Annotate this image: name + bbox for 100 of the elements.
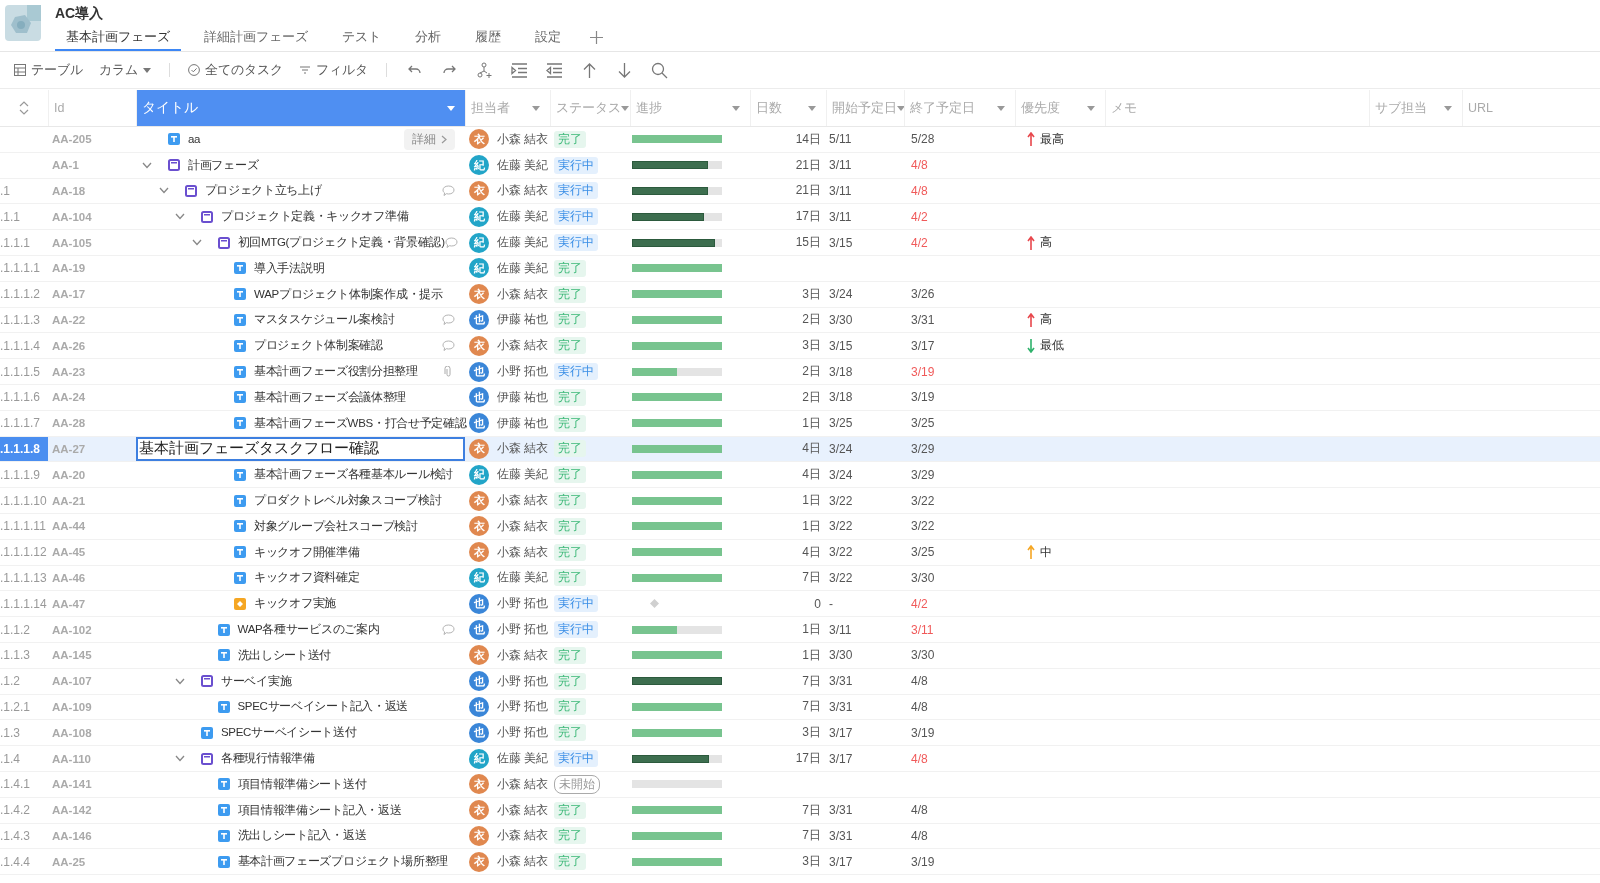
caret-icon[interactable] [897, 105, 905, 111]
view-button[interactable]: テーブル [8, 57, 89, 83]
tab[interactable]: テスト [331, 23, 392, 51]
filter-button[interactable]: フィルタ [293, 57, 374, 83]
task-row[interactable]: .1.1.1.4 AA-26 プロジェクト体制案確認 衣 小森 結衣 完了 3日 3/15 3/17 最低 [0, 333, 1600, 360]
avatar: 衣 [469, 542, 489, 563]
task-row[interactable]: .1.1.1.12 AA-45 キックオフ開催準備 衣 小森 結衣 完了 4日 3/22 3/25 中 [0, 539, 1600, 566]
add-icon[interactable] [590, 30, 603, 44]
caret-icon[interactable] [621, 105, 629, 111]
chevron-icon[interactable] [175, 213, 185, 221]
task-row[interactable]: .1.1.1.14 AA-47 キックオフ実施 也 小野 拓也 実行中 0 - 4/2 [0, 591, 1600, 618]
task-title: サーベイ実施 [221, 673, 292, 689]
end-date: 4/8 [911, 158, 928, 173]
caret-icon[interactable] [1087, 105, 1095, 111]
status-tag: 完了 [554, 827, 586, 845]
avatar: 紀 [469, 748, 489, 769]
tab[interactable]: 基本計画フェーズ [55, 23, 181, 51]
task-id: AA-109 [52, 700, 92, 713]
wbs-number: .1.4.1 [0, 777, 31, 792]
caret-icon[interactable] [532, 105, 540, 111]
task-row[interactable]: .1.1.1.13 AA-46 キックオフ資料確定 紀 佐藤 美紀 完了 7日 3/22 3/30 [0, 565, 1600, 592]
task-row[interactable]: .1.3 AA-108 SPECサーベイシート送付 也 小野 拓也 完了 3日 3/17 3/19 [0, 720, 1600, 747]
end-date: 4/8 [911, 699, 928, 714]
task-row[interactable]: .1 AA-18 プロジェクト立ち上げ 衣 小森 結衣 実行中 21日 3/11 4/8 [0, 178, 1600, 205]
task-row[interactable]: .1.1.2 AA-102 WAP各種サービスのご案内 也 小野 拓也 実行中 1日 3/11 3/11 [0, 617, 1600, 643]
chevron-icon[interactable] [191, 239, 202, 247]
tab[interactable]: 設定 [524, 23, 572, 51]
comment-icon[interactable] [442, 185, 455, 197]
task-id: AA-24 [52, 391, 86, 404]
task-row[interactable]: .1.1.1.10 AA-21 プロダクトレベル対象スコープ検討 衣 小森 結衣 完了 1日 3/22 3/22 [0, 488, 1600, 514]
start-date: 3/25 [829, 416, 853, 431]
task-row[interactable]: .1.1.1.11 AA-44 対象グループ会社スコープ検討 衣 小森 結衣 完了 1日 3/22 3/22 [0, 513, 1600, 540]
task-row[interactable]: .1.2 AA-107 サーベイ実施 也 小野 拓也 完了 7日 3/31 4/8 [0, 668, 1600, 695]
assignee-name: 佐藤 美紀 [497, 750, 549, 767]
all-tasks-button[interactable]: 全てのタスク [182, 57, 289, 83]
caret-icon[interactable] [808, 105, 816, 111]
task-row[interactable]: .1.1.1.2 AA-17 WAPプロジェクト体制案作成・提示 衣 小森 結衣 完了 3日 3/24 3/26 [0, 281, 1600, 308]
task-row[interactable]: AA-205 aa 詳細 衣 小森 結衣 完了 14日 5/11 5/28 最高 [0, 127, 1600, 153]
check-circle-icon [188, 64, 200, 76]
columns-button[interactable]: カラム [93, 57, 157, 83]
title-input[interactable]: 基本計画フェーズタスクフロー確認 [136, 436, 465, 462]
sort-icon[interactable] [19, 101, 29, 115]
chevron-icon[interactable] [175, 755, 185, 762]
task-row[interactable]: .1.1.1.1 AA-19 導入手法説明 紀 佐藤 美紀 完了 [0, 256, 1600, 282]
caret-icon[interactable] [732, 105, 740, 111]
task-row[interactable]: .1.2.1 AA-109 SPECサーベイシート記入・返送 也 小野 拓也 完了 7日 3/31 4/8 [0, 694, 1600, 721]
comment-icon[interactable] [442, 313, 455, 326]
comment-icon[interactable] [444, 236, 458, 249]
task-row[interactable]: .1.1.1.6 AA-24 基本計画フェーズ会議体整理 也 伊藤 祐也 完了 2日 3/18 3/19 [0, 384, 1600, 411]
caret-icon[interactable] [447, 105, 455, 111]
duration-days: 7日 [802, 672, 821, 690]
duration-days: 7日 [802, 827, 821, 845]
end-date: 3/25 [911, 416, 935, 431]
tab[interactable]: 詳細計画フェーズ [193, 23, 319, 51]
tab[interactable]: 履歴 [464, 23, 512, 51]
start-date: 3/31 [829, 803, 853, 818]
wbs-number: .1.1.2 [0, 622, 31, 637]
task-row[interactable]: .1.4.2 AA-142 項目情報準備シート記入・返送 衣 小森 結衣 完了 7日 3/31 4/8 [0, 797, 1600, 824]
priority-label: 高 [1040, 235, 1052, 251]
task-row[interactable]: .1.1 AA-104 プロジェクト定義・キックオフ準備 紀 佐藤 美紀 実行中 17日 3/11 4/2 [0, 204, 1600, 231]
task-row[interactable]: .1.1.1.5 AA-23 基本計画フェーズ役割分担整理 也 小野 拓也 実行中 2日 3/18 3/19 [0, 359, 1600, 385]
task-row[interactable]: .1.1.1.3 AA-22 マスタスケジュール案検討 也 伊藤 祐也 完了 2日 3/30 3/31 高 [0, 307, 1600, 334]
task-row[interactable]: .1.1.1.7 AA-28 基本計画フェーズWBS・打合せ予定確認 也 伊藤 祐也 完了 1日 3/25 3/25 [0, 410, 1600, 437]
end-date: 4/8 [911, 184, 928, 198]
avatar: 也 [469, 696, 489, 717]
comment-icon[interactable] [442, 339, 455, 352]
avatar: 衣 [469, 774, 489, 795]
wbs-number: .1.1.1.9 [0, 467, 41, 482]
task-row[interactable]: .1.4.3 AA-146 洗出しシート記入・返送 衣 小森 結衣 完了 7日 3/31 4/8 [0, 823, 1600, 850]
start-date: 3/30 [829, 648, 853, 663]
chevron-icon[interactable] [158, 187, 169, 195]
task-row[interactable]: .1.4.4 AA-25 基本計画フェーズプロジェクト場所整理 衣 小森 結衣 完了 3日 3/17 3/19 [0, 849, 1600, 876]
task-title: 計画フェーズ [188, 157, 259, 173]
caret-icon[interactable] [1444, 105, 1452, 111]
task-row[interactable]: .1.1.3 AA-145 洗出しシート送付 衣 小森 結衣 完了 1日 3/30 3/30 [0, 642, 1600, 669]
task-icon [234, 520, 246, 533]
folder-icon [201, 210, 213, 223]
task-row[interactable]: .1.1.1 AA-105 初回MTG(プロジェクト定義・背景確認) 紀 佐藤 美紀 実行中 15日 3/15 4/2 高 [0, 230, 1600, 256]
chevron-icon[interactable] [175, 677, 185, 685]
task-row[interactable]: .1.4 AA-110 各種現行情報準備 紀 佐藤 美紀 実行中 17日 3/17 4/8 [0, 746, 1600, 772]
task-row[interactable]: .1.1.1.8 AA-27 基本計画フェーズタスクフロー確認 衣 小森 結衣 完了 4日 3/24 3/29 [0, 436, 1600, 463]
task-row[interactable]: .1.1.1.9 AA-20 基本計画フェーズ各種基本ルール検討 紀 佐藤 美紀 完了 4日 3/24 3/29 [0, 462, 1600, 489]
avatar: 衣 [469, 516, 489, 537]
end-date: 4/8 [911, 751, 928, 766]
assignee-name: 佐藤 美紀 [497, 569, 549, 587]
avatar: 也 [469, 593, 489, 614]
avatar: 衣 [469, 129, 489, 150]
duration-days: 7日 [802, 801, 821, 819]
assignee-name: 佐藤 美紀 [497, 208, 549, 226]
tab[interactable]: 分析 [404, 23, 452, 51]
task-row[interactable]: AA-1 計画フェーズ 紀 佐藤 美紀 実行中 21日 3/11 4/8 [0, 152, 1600, 179]
task-icon [234, 571, 246, 584]
chevron-icon[interactable] [142, 161, 152, 169]
avatar: 也 [469, 722, 489, 743]
caret-icon[interactable] [997, 105, 1005, 111]
start-date: 3/22 [829, 493, 853, 508]
milestone-icon [234, 597, 246, 610]
status-tag: 完了 [554, 517, 586, 535]
comment-icon[interactable] [442, 623, 455, 636]
task-row[interactable]: .1.4.1 AA-141 項目情報準備シート送付 衣 小森 結衣 未開始 [0, 771, 1600, 798]
